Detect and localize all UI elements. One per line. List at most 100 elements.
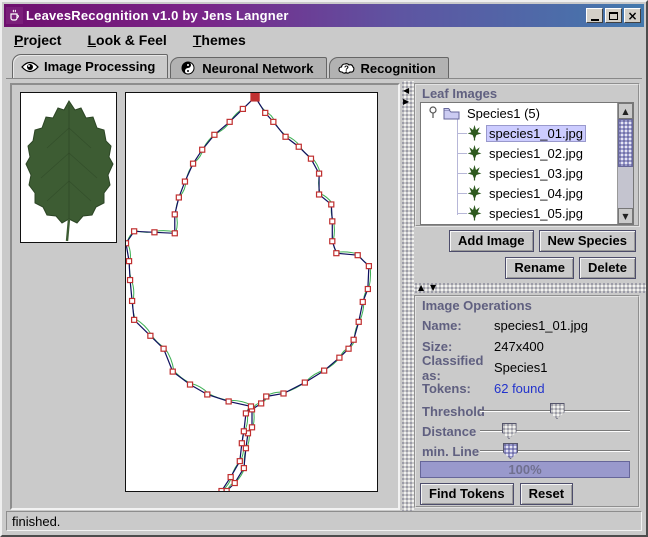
token-marker[interactable]	[329, 202, 334, 207]
token-marker[interactable]	[219, 489, 224, 491]
token-marker[interactable]	[239, 441, 244, 446]
token-marker[interactable]	[172, 212, 177, 217]
token-marker[interactable]	[232, 481, 237, 486]
vertical-split-divider[interactable]: ◀ ▶	[402, 81, 414, 512]
token-marker[interactable]	[205, 392, 210, 397]
token-marker[interactable]	[226, 399, 231, 404]
split-expand-right-icon[interactable]: ▶	[403, 98, 409, 106]
token-marker[interactable]	[172, 231, 177, 236]
token-marker[interactable]	[130, 298, 135, 303]
rename-button[interactable]: Rename	[505, 257, 574, 279]
slider-row-threshold: Threshold	[422, 401, 630, 421]
token-marker[interactable]	[365, 287, 370, 292]
token-marker[interactable]	[322, 368, 327, 373]
scroll-down-button[interactable]: ▼	[618, 208, 633, 224]
token-marker[interactable]	[264, 394, 269, 399]
token-marker-selected[interactable]	[251, 93, 259, 101]
token-marker[interactable]	[283, 134, 288, 139]
token-marker[interactable]	[263, 110, 268, 115]
tree-expand-handle[interactable]	[425, 106, 441, 120]
token-marker[interactable]	[356, 319, 361, 324]
tree-node-root[interactable]: Species1 (5)	[421, 103, 617, 123]
token-marker[interactable]	[126, 241, 129, 246]
token-marker[interactable]	[259, 401, 264, 406]
split-collapse-left-icon[interactable]: ◀	[403, 87, 409, 95]
reset-button[interactable]: Reset	[520, 483, 573, 505]
token-marker[interactable]	[241, 429, 246, 434]
token-marker[interactable]	[308, 156, 313, 161]
token-marker[interactable]	[243, 411, 248, 416]
tab-neuronal-network[interactable]: Neuronal Network	[170, 57, 326, 78]
token-marker[interactable]	[271, 119, 276, 124]
token-marker[interactable]	[191, 161, 196, 166]
scroll-up-button[interactable]: ▲	[618, 103, 633, 119]
token-marker[interactable]	[366, 264, 371, 269]
token-marker[interactable]	[296, 144, 301, 149]
slider-thumb[interactable]	[503, 443, 518, 459]
titlebar[interactable]: LeavesRecognition v1.0 by Jens Langner ×	[4, 4, 644, 27]
tree-leaf-item[interactable]: species1_04.jpg	[421, 183, 617, 203]
token-marker[interactable]	[227, 119, 232, 124]
slider-thumb[interactable]	[502, 423, 517, 439]
token-marker[interactable]	[132, 317, 137, 322]
token-marker[interactable]	[176, 195, 181, 200]
token-marker[interactable]	[241, 466, 246, 471]
token-marker[interactable]	[170, 369, 175, 374]
split-expand-down-icon[interactable]: ▼	[430, 283, 436, 293]
tab-image-processing[interactable]: Image Processing	[12, 54, 168, 78]
horizontal-split-divider[interactable]: ▲ ▼	[414, 283, 646, 293]
token-marker[interactable]	[243, 446, 248, 451]
tree-leaf-item[interactable]: species1_02.jpg	[421, 143, 617, 163]
token-marker[interactable]	[317, 171, 322, 176]
menu-item-themes[interactable]: Themes	[193, 32, 246, 48]
tree-leaf-item[interactable]: species1_05.jpg	[421, 203, 617, 223]
token-marker[interactable]	[334, 251, 339, 256]
token-marker[interactable]	[360, 299, 365, 304]
minimize-button[interactable]	[586, 8, 603, 23]
slider[interactable]	[480, 441, 630, 461]
tree-scrollbar[interactable]: ▲ ▼	[617, 103, 633, 224]
find-tokens-button[interactable]: Find Tokens	[420, 483, 514, 505]
token-marker[interactable]	[330, 219, 335, 224]
token-marker[interactable]	[249, 425, 254, 430]
token-marker[interactable]	[237, 459, 242, 464]
close-button[interactable]: ×	[624, 8, 641, 23]
delete-button[interactable]: Delete	[579, 257, 636, 279]
tree-leaf-item[interactable]: species1_03.jpg	[421, 163, 617, 183]
token-marker[interactable]	[187, 382, 192, 387]
maximize-button[interactable]	[605, 8, 622, 23]
token-marker[interactable]	[212, 132, 217, 137]
token-marker[interactable]	[281, 391, 286, 396]
token-marker[interactable]	[132, 229, 137, 234]
tree-leaf-item[interactable]: species1_01.jpg	[421, 123, 617, 143]
token-marker[interactable]	[330, 239, 335, 244]
token-marker[interactable]	[224, 489, 229, 491]
slider-thumb[interactable]	[550, 403, 565, 419]
token-marker[interactable]	[346, 346, 351, 351]
token-marker[interactable]	[148, 333, 153, 338]
token-marker[interactable]	[355, 253, 360, 258]
add-image-button[interactable]: Add Image	[449, 230, 533, 252]
token-marker[interactable]	[200, 147, 205, 152]
token-marker[interactable]	[302, 380, 307, 385]
token-marker[interactable]	[161, 346, 166, 351]
menu-item-look-feel[interactable]: Look & Feel	[87, 32, 166, 48]
token-marker[interactable]	[228, 475, 233, 480]
scrollbar-thumb[interactable]	[618, 119, 633, 167]
token-marker[interactable]	[128, 278, 133, 283]
menu-item-project[interactable]: Project	[14, 32, 61, 48]
new-species-button[interactable]: New Species	[539, 230, 637, 252]
slider[interactable]	[480, 401, 630, 421]
token-marker[interactable]	[337, 355, 342, 360]
token-marker[interactable]	[240, 106, 245, 111]
token-marker[interactable]	[351, 337, 356, 342]
token-marker[interactable]	[127, 259, 132, 264]
split-collapse-up-icon[interactable]: ▲	[418, 283, 424, 293]
slider[interactable]	[480, 421, 630, 441]
tab-recognition[interactable]: ?Recognition	[329, 57, 449, 78]
token-marker[interactable]	[248, 404, 253, 409]
slider-track[interactable]	[480, 450, 630, 452]
token-marker[interactable]	[317, 192, 322, 197]
token-marker[interactable]	[152, 230, 157, 235]
token-marker[interactable]	[182, 179, 187, 184]
